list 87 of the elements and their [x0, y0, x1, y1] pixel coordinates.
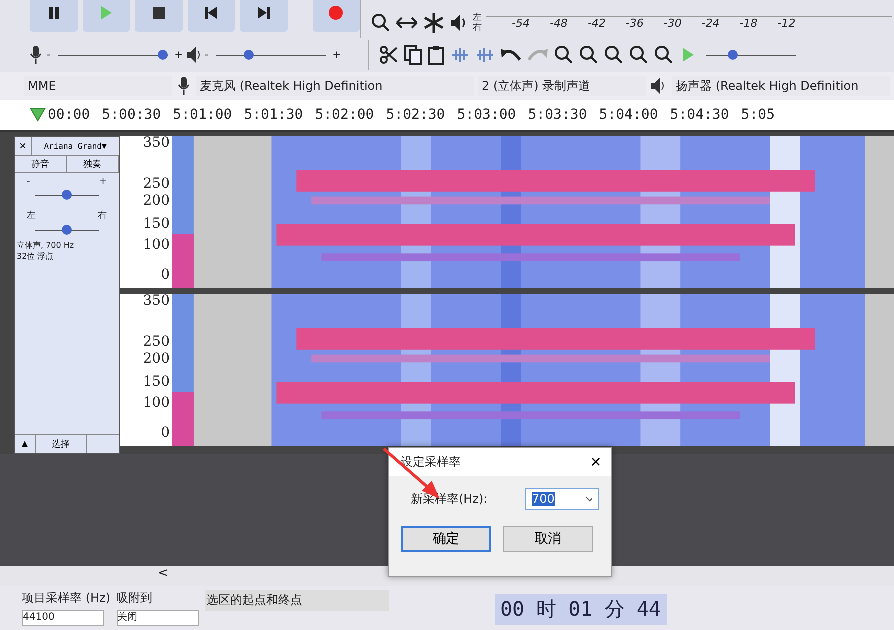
time-label: 5:04:00: [599, 107, 658, 123]
play-head-icon: [30, 108, 46, 122]
gain-max-label: +: [99, 177, 107, 187]
slider-min-label: -: [47, 50, 51, 60]
scissors-icon[interactable]: [379, 45, 399, 65]
microphone-icon: [176, 76, 192, 96]
axis-label: 0: [161, 268, 170, 282]
time-label: 5:02:30: [386, 107, 446, 123]
time-label: 5:00:30: [102, 107, 162, 123]
time-label: 5:01:00: [173, 107, 232, 123]
pan-left-label: 左: [27, 210, 36, 222]
axis-label: 100: [143, 238, 170, 252]
snap-label: 吸附到: [116, 590, 154, 607]
zoom-icon[interactable]: [654, 45, 674, 65]
play-icon: [99, 6, 114, 20]
silence-icon[interactable]: [475, 46, 495, 64]
gain-min-label: -: [27, 177, 30, 187]
selection-label: 选区的起点和终点: [206, 592, 304, 609]
axis-label: 250: [143, 177, 170, 192]
pause-icon: [46, 6, 61, 20]
caret-icon: [584, 496, 592, 502]
axis-label: 0: [161, 426, 170, 440]
transport-button[interactable]: [135, 0, 182, 32]
meter-tick-label: -48: [550, 17, 568, 30]
axis-label: 150: [143, 216, 170, 231]
timeline-ruler[interactable]: 00:00 5:00:30 5:01:00 5:01:30 5:02:00 5:02:30 5:03:00 5:03:30 5:04:00 5:04:30 5:05: [0, 100, 894, 132]
time-display: 00 时 01 分 44: [494, 594, 667, 625]
multi-tool-icon[interactable]: [423, 12, 445, 34]
time-label: 5:01:30: [244, 107, 304, 123]
zoom-icon[interactable]: [579, 45, 599, 65]
zoom-icon[interactable]: [629, 45, 649, 65]
microphone-icon: [28, 45, 44, 65]
zoom-tool-icon[interactable]: [371, 13, 391, 33]
meter-tick-label: -42: [588, 17, 606, 30]
axis-label: 150: [143, 374, 170, 389]
speaker-icon: [186, 46, 202, 64]
clipboard-icon[interactable]: [427, 45, 445, 65]
time-label: 5:04:30: [670, 107, 730, 123]
transport-button[interactable]: [240, 0, 288, 32]
cancel-button[interactable]: 取消: [503, 526, 593, 552]
stop-icon: [152, 6, 166, 20]
select-button[interactable]: 选择: [35, 435, 87, 453]
time-label: 5:05: [741, 107, 776, 123]
transport-button[interactable]: [188, 0, 235, 32]
playback-device-dropdown[interactable]: 扬声器 (Realtek High Definition: [672, 76, 890, 96]
track-info-text: 立体声, 700 Hz: [16, 240, 76, 251]
trim-icon[interactable]: [450, 46, 470, 64]
ok-button[interactable]: 确定: [401, 526, 491, 552]
rate-dropdown[interactable]: 44100: [22, 610, 104, 626]
axis-label: 350: [143, 294, 170, 308]
undo-icon[interactable]: [500, 46, 522, 64]
skip-end-icon: [256, 6, 271, 20]
slider-min-label: -: [205, 50, 209, 60]
rate-label: 项目采样率 (Hz): [22, 590, 110, 607]
meter-tick-label: -54: [512, 17, 530, 30]
sample-rate-field[interactable]: 700: [525, 488, 599, 510]
transport-button[interactable]: [30, 0, 78, 32]
meter-tick-label: -18: [740, 17, 758, 30]
meter-tick-label: -30: [664, 17, 682, 30]
time-label: 5:03:30: [528, 107, 588, 123]
host-dropdown[interactable]: MME: [24, 76, 172, 96]
time-label: 5:02:00: [315, 107, 374, 123]
meter-tick-label: -12: [778, 17, 796, 30]
axis-label: 200: [143, 194, 170, 208]
skip-start-icon: [204, 6, 218, 20]
channels-dropdown[interactable]: 2 (立体声) 录制声道: [478, 76, 646, 96]
meter-tick-label: -24: [702, 17, 720, 30]
slider-max-label: +: [174, 50, 183, 60]
zoom-icon[interactable]: [554, 45, 574, 65]
track-info-text: 32位 浮点: [16, 251, 55, 262]
zoom-icon[interactable]: [604, 45, 624, 65]
scroll-left-arrow[interactable]: <: [158, 566, 169, 581]
axis-label: 250: [143, 335, 170, 350]
record-icon: [328, 5, 344, 21]
meter-right-label: 右: [473, 23, 482, 33]
time-label: 00:00: [48, 107, 90, 123]
axis-label: 200: [143, 352, 170, 366]
snap-dropdown[interactable]: 关闭: [116, 610, 198, 626]
recording-device-dropdown[interactable]: 麦克风 (Realtek High Definition: [196, 76, 474, 96]
copy-icon[interactable]: [404, 45, 422, 65]
axis-label: 100: [143, 396, 170, 410]
slider-max-label: +: [332, 50, 341, 60]
time-label: 5:03:00: [457, 107, 516, 123]
meter-left-label: 左: [473, 13, 482, 23]
meter-tick-label: -36: [626, 17, 644, 30]
axis-label: 350: [143, 136, 170, 150]
pan-right-label: 右: [98, 210, 107, 222]
